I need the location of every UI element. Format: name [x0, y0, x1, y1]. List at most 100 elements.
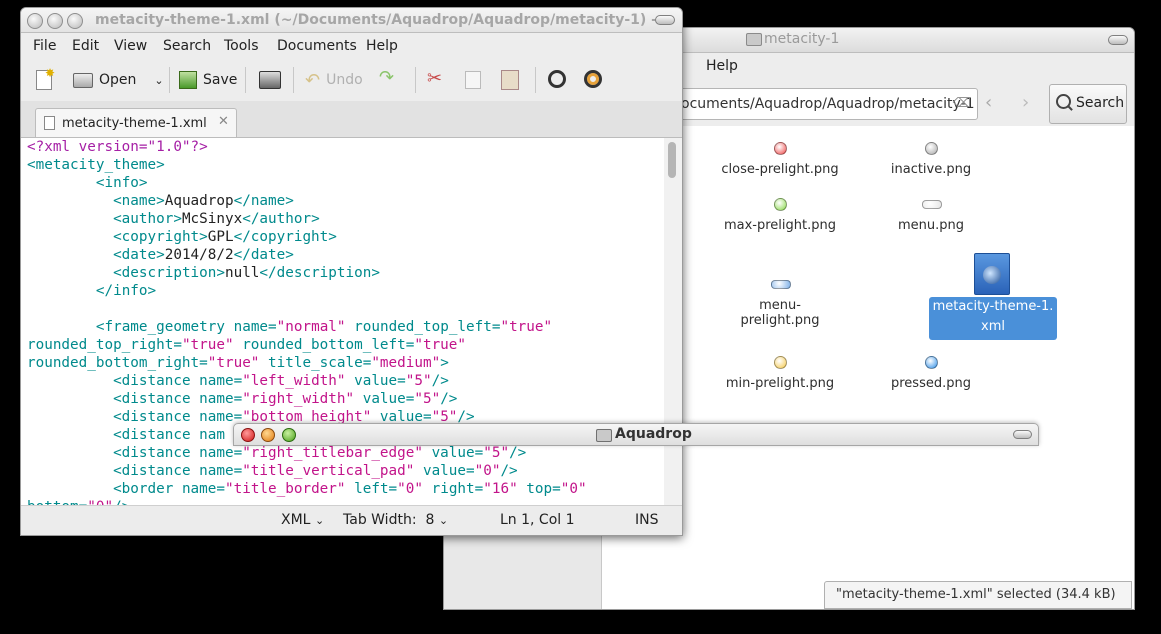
code-token: />: [500, 463, 518, 479]
minimize-window-icon[interactable]: [47, 13, 63, 29]
file-item[interactable]: max-prelight.png: [720, 196, 840, 240]
code-token: McSinyx: [181, 211, 243, 227]
maximize-window-icon[interactable]: [282, 428, 296, 442]
menu-view[interactable]: View: [114, 38, 147, 54]
code-token: />: [440, 391, 458, 407]
shade-pill-icon[interactable]: [1013, 430, 1032, 439]
print-icon[interactable]: [259, 71, 281, 89]
tab-width-dropdown-icon: ⌄: [438, 514, 449, 527]
code-view[interactable]: <?xml version="1.0"?> <metacity_theme> <i…: [27, 138, 587, 505]
code-token: <distance: [113, 391, 200, 407]
file-item[interactable]: menu-prelight.png: [720, 276, 840, 328]
find-icon[interactable]: [548, 70, 566, 88]
code-token: rounded_top_right=: [27, 337, 182, 353]
scrollbar-thumb[interactable]: [668, 142, 676, 178]
maximize-pill-icon[interactable]: [1108, 35, 1128, 45]
code-token: <distance: [113, 373, 200, 389]
code-token: </copyright>: [233, 229, 337, 245]
forward-icon[interactable]: ›: [1022, 92, 1029, 113]
close-window-icon[interactable]: [27, 13, 43, 29]
status-text: "metacity-theme-1.xml" selected (34.4 kB…: [836, 587, 1116, 602]
menu-search[interactable]: Search: [163, 38, 211, 54]
code-token: right=: [423, 481, 484, 497]
location-bar[interactable]: ocuments/Aquadrop/Aquadrop/metacity-1 ⌫: [674, 88, 978, 120]
vertical-scrollbar[interactable]: [664, 138, 682, 505]
copy-icon[interactable]: [465, 71, 481, 89]
code-token: <distance: [113, 445, 200, 461]
file-item[interactable]: pressed.png: [871, 354, 991, 398]
redo-icon[interactable]: ↷: [379, 67, 394, 88]
file-item[interactable]: close-prelight.png: [720, 140, 840, 184]
menu-edit[interactable]: Edit: [72, 38, 99, 54]
menu-file[interactable]: File: [33, 38, 56, 54]
code-line: <frame_geometry name="normal" rounded_to…: [27, 318, 587, 336]
open-dropdown-icon[interactable]: ⌄: [154, 74, 163, 87]
code-token: >: [440, 355, 449, 371]
find-replace-icon[interactable]: [584, 70, 602, 88]
undo-button[interactable]: ↶ Undo: [305, 62, 363, 98]
file-item[interactable]: inactive.png: [871, 140, 991, 184]
paste-icon[interactable]: [501, 70, 519, 90]
file-label: menu-prelight.png: [740, 298, 820, 328]
aquadrop-window-titlebar[interactable]: Aquadrop: [233, 423, 1039, 446]
clear-location-icon[interactable]: ⌫: [953, 96, 971, 111]
code-token: name=: [181, 481, 225, 497]
png-file-icon: [922, 200, 942, 209]
code-token: "medium": [371, 355, 441, 371]
code-token: </info>: [95, 283, 157, 299]
menu-tools[interactable]: Tools: [224, 38, 259, 54]
location-path: ocuments/Aquadrop/Aquadrop/metacity-1: [681, 96, 975, 112]
png-file-icon: [771, 280, 791, 289]
code-token: GPL: [207, 229, 234, 245]
language-selector[interactable]: XML ⌄: [281, 512, 324, 528]
search-button[interactable]: Search: [1049, 84, 1127, 124]
toolbar-separator: [169, 67, 170, 93]
cut-icon[interactable]: ✂: [427, 68, 442, 89]
save-icon: [179, 71, 197, 89]
code-line: rounded_top_right="true" rounded_bottom_…: [27, 336, 587, 354]
save-button[interactable]: Save: [179, 62, 237, 98]
code-line: <copyright>GPL</copyright>: [27, 228, 587, 246]
file-label: close-prelight.png: [721, 162, 839, 177]
close-window-icon[interactable]: [241, 428, 255, 442]
menu-help[interactable]: Help: [706, 58, 738, 74]
file-item[interactable]: min-prelight.png: [720, 354, 840, 398]
code-token: "normal": [276, 319, 346, 335]
maximize-window-icon[interactable]: [67, 13, 83, 29]
gedit-menubar: File Edit View Search Tools Documents He…: [21, 34, 682, 58]
menu-documents[interactable]: Documents: [277, 38, 357, 54]
tab-strip: metacity-theme-1.xml ✕: [21, 101, 682, 138]
toolbar-separator: [415, 67, 416, 93]
png-file-icon: [774, 356, 787, 369]
menu-help[interactable]: Help: [366, 38, 398, 54]
code-token: value=: [345, 373, 406, 389]
selected-label-line2: xml: [981, 319, 1005, 334]
file-label: min-prelight.png: [725, 376, 835, 391]
selected-file-item[interactable]: metacity-theme-1. xml: [929, 253, 1057, 340]
code-token: <copyright>: [113, 229, 208, 245]
minimize-window-icon[interactable]: [261, 428, 275, 442]
toolbar-separator: [293, 67, 294, 93]
back-icon[interactable]: ‹: [985, 92, 992, 113]
editor-area[interactable]: <?xml version="1.0"?> <metacity_theme> <i…: [21, 138, 664, 505]
open-button[interactable]: Open ⌄: [73, 62, 164, 98]
gedit-titlebar[interactable]: metacity-theme-1.xml (~/Documents/Aquadr…: [21, 8, 682, 33]
code-token: <date>: [113, 247, 165, 263]
file-item[interactable]: menu.png: [871, 196, 991, 240]
undo-button-label: Undo: [326, 72, 363, 88]
titlebar-pill-icon[interactable]: [655, 15, 675, 25]
tab-width-selector[interactable]: Tab Width: 8 ⌄: [343, 512, 448, 528]
close-tab-icon[interactable]: ✕: [218, 114, 229, 129]
code-line: <?xml version="1.0"?>: [27, 138, 587, 156]
undo-icon: ↶: [305, 69, 321, 91]
document-tab[interactable]: metacity-theme-1.xml ✕: [35, 108, 237, 137]
code-token: top=: [517, 481, 561, 497]
